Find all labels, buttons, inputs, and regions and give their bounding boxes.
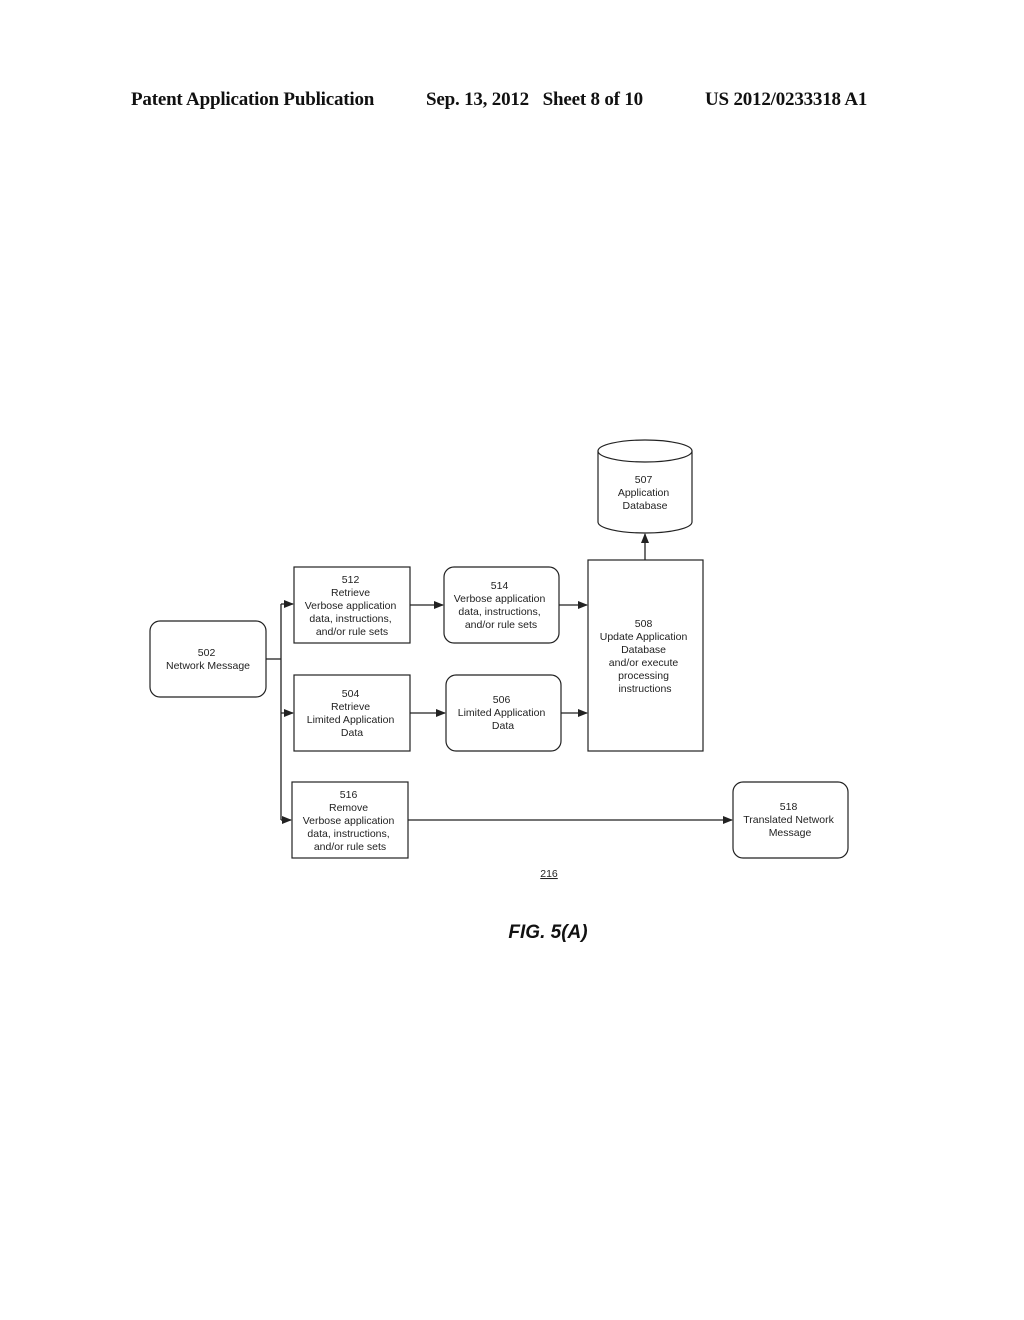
figure-label: FIG. 5(A) bbox=[508, 922, 587, 943]
node-506-limited-data: 506 Limited Application Data bbox=[445, 674, 562, 752]
reference-numeral: 216 bbox=[540, 868, 558, 880]
node-508-update-database: 508 Update Application Database and/or e… bbox=[587, 559, 704, 752]
node-504-retrieve-limited: 504 Retrieve Limited Application Data bbox=[293, 674, 411, 752]
node-507-application-database: 507 Application Database bbox=[597, 439, 693, 534]
flow-diagram: 502 Network Message 512 Retrieve Verbose… bbox=[149, 439, 849, 943]
node-516-remove-verbose: 516 Remove Verbose application data, ins… bbox=[291, 781, 409, 859]
node-512-retrieve-verbose: 512 Retrieve Verbose application data, i… bbox=[293, 566, 411, 644]
node-514-verbose-data: 514 Verbose application data, instructio… bbox=[443, 566, 560, 644]
node-502-network-message: 502 Network Message bbox=[149, 620, 267, 698]
node-518-translated-message: 518 Translated Network Message bbox=[732, 781, 849, 859]
